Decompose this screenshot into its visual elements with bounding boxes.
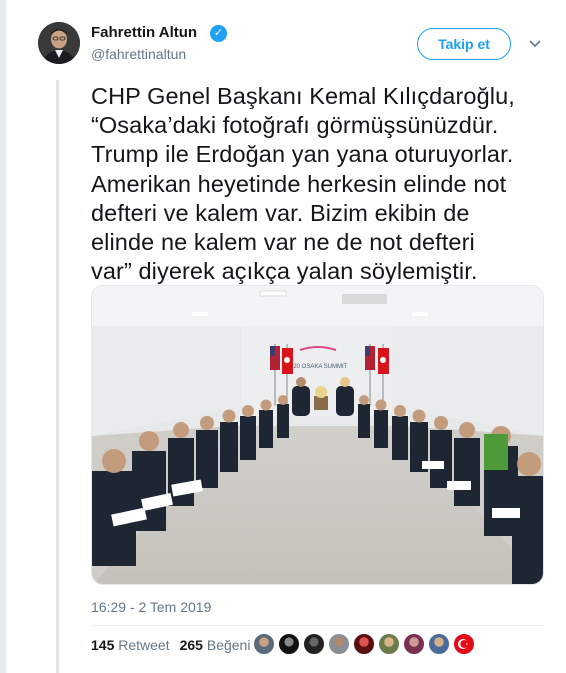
verified-badge-icon: ✓ [210, 25, 227, 42]
display-name[interactable]: Fahrettin Altun [91, 24, 197, 41]
liker-avatar[interactable] [453, 633, 475, 655]
like-label: Beğeni [206, 637, 251, 653]
chevron-down-icon[interactable] [528, 36, 542, 50]
page-edge [0, 0, 6, 673]
like-stat[interactable]: 265 Beğeni [180, 637, 251, 653]
liker-avatar[interactable] [278, 633, 300, 655]
liker-avatar[interactable] [403, 633, 425, 655]
liker-avatar[interactable] [353, 633, 375, 655]
thread-line [56, 80, 59, 673]
like-count: 265 [179, 637, 203, 653]
avatar[interactable] [38, 22, 80, 64]
retweet-label: Retweet [118, 637, 170, 653]
liker-avatar[interactable] [328, 633, 350, 655]
follow-button[interactable]: Takip et [417, 28, 511, 60]
retweet-count: 145 [91, 637, 115, 653]
liker-avatar[interactable] [378, 633, 400, 655]
liker-avatar[interactable] [428, 633, 450, 655]
tweet-text: CHP Genel Başkanı Kemal Kılıçdaroğlu, “O… [91, 83, 515, 285]
liker-avatar[interactable] [253, 633, 275, 655]
summit-banner: G20 OSAKA SUMMIT [289, 364, 348, 370]
user-handle[interactable]: @fahrettinaltun [91, 46, 186, 62]
tweet-timestamp[interactable]: 16:29 - 2 Tem 2019 [91, 599, 211, 615]
tweet-stats: 145 Retweet 265 Beğeni [91, 637, 250, 653]
divider [91, 625, 544, 626]
retweet-stat[interactable]: 145 Retweet [91, 637, 170, 653]
tweet-photo[interactable]: G20 OSAKA SUMMIT [91, 285, 544, 585]
liker-avatar[interactable] [303, 633, 325, 655]
